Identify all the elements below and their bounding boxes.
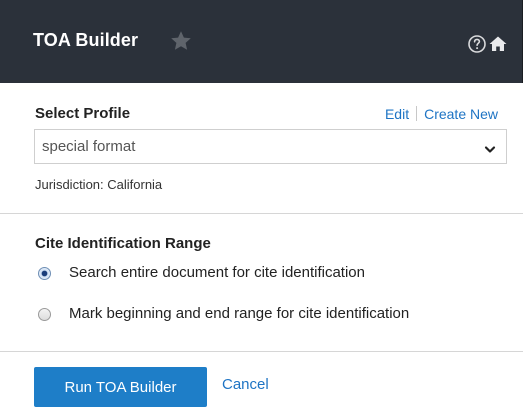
link-separator (416, 106, 418, 121)
radio-button-unchecked[interactable] (38, 308, 51, 321)
panel-title: TOA Builder (33, 30, 139, 50)
edit-profile-link[interactable]: Edit (385, 106, 409, 122)
create-new-profile-link[interactable]: Create New (424, 106, 498, 122)
panel-header: TOA Builder (0, 0, 523, 83)
section-divider (0, 213, 523, 214)
radio-option-label: Mark beginning and end range for cite id… (69, 305, 410, 322)
profile-links: Edit Create New (385, 106, 498, 122)
run-toa-builder-button[interactable]: Run TOA Builder (34, 367, 207, 407)
home-icon[interactable] (488, 34, 508, 54)
radio-option-label: Search entire document for cite identifi… (69, 264, 365, 281)
radio-button-checked[interactable] (38, 267, 51, 280)
profile-select[interactable]: special format (34, 129, 507, 164)
cancel-link[interactable]: Cancel (222, 376, 269, 393)
toa-builder-panel: TOA Builder Select Profile Edit Create Ne… (0, 0, 523, 417)
section-divider (0, 351, 523, 352)
help-circle-icon[interactable] (467, 34, 487, 54)
star-icon[interactable] (169, 29, 193, 53)
jurisdiction-text: Jurisdiction: California (35, 177, 163, 192)
select-profile-label: Select Profile (35, 105, 131, 122)
cite-range-label: Cite Identification Range (35, 235, 211, 252)
profile-select-value: special format (42, 138, 136, 155)
chevron-down-icon (484, 142, 496, 153)
